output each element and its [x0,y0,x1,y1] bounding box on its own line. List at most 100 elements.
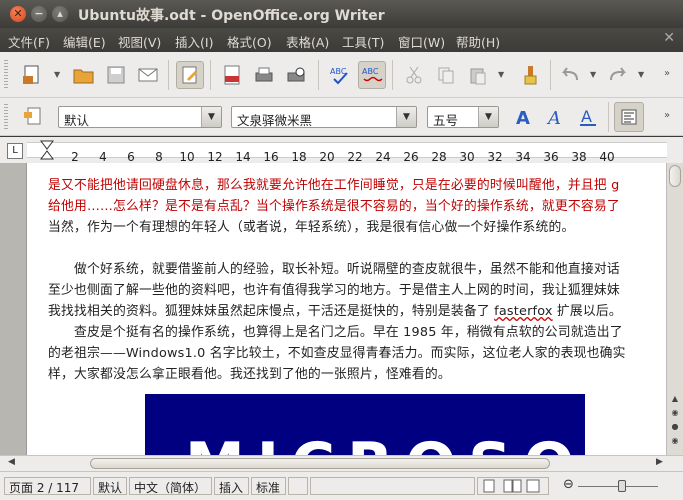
paragraph-style-combo[interactable]: 默认 ▼ [58,106,222,128]
svg-text:ABC: ABC [362,67,379,76]
align-left-icon[interactable] [614,102,644,132]
toolbar-separator [392,60,393,90]
toolbar-overflow-icon[interactable]: » [664,110,670,121]
chevron-down-icon[interactable]: ▼ [396,107,416,127]
paste-dropdown-icon[interactable]: ▼ [498,70,504,79]
edit-file-icon[interactable] [176,61,204,89]
bold-icon[interactable]: A [510,103,538,131]
horizontal-scroll-thumb[interactable] [90,458,550,469]
print-icon[interactable] [250,61,278,89]
menu-insert[interactable]: 插入(I) [175,32,213,51]
font-size-combo[interactable]: 五号 ▼ [427,106,499,128]
text-line[interactable]: 给他用……怎么样？是不是有点乱？当个操作系统是很不容易的，当个好的操作系统，就更… [48,195,620,214]
indent-marker-icon[interactable] [40,140,54,160]
svg-text:A: A [581,107,592,126]
ruler-mark: 34 [515,150,531,164]
text-line[interactable]: 查皮是个挺有名的操作系统，也算得上是名门之后。早在 1985 年，稍微有点软的公… [48,321,623,340]
close-document-icon[interactable]: ✕ [663,30,675,46]
cut-icon[interactable] [400,61,428,89]
text-line[interactable]: 当然，作为一个有理想的年轻人（或者说，年轻系统），我是很有信心做一个好操作系统的… [48,216,574,235]
paragraph-style-value: 默认 [64,113,90,128]
vertical-scrollbar[interactable]: ▲ ◉ ● ◉ [666,163,683,455]
toolbar-overflow-icon[interactable]: » [664,68,670,79]
ruler-mark: 18 [291,150,307,164]
ruler-mark: 20 [319,150,335,164]
print-preview-icon[interactable] [282,61,310,89]
horizontal-scrollbar[interactable]: ◀ ▶ [0,455,683,471]
ruler-mark: 16 [263,150,279,164]
redo-icon[interactable] [604,61,632,89]
autospellcheck-icon[interactable]: ABC [358,61,386,89]
italic-icon[interactable]: A [542,103,570,131]
navigator-icon[interactable]: ● [669,421,681,433]
text-line[interactable]: 是又不能把他请回硬盘休息，那么我就要允许他在工作间睡觉，只是在必要的时候叫醒他，… [48,174,619,193]
scroll-up-icon[interactable]: ▲ [669,393,681,405]
ruler-mark: 40 [599,150,615,164]
toolbar-grip[interactable] [4,60,8,90]
close-window-button[interactable]: ✕ [10,6,26,22]
toolbar-grip[interactable] [4,104,8,130]
font-name-combo[interactable]: 文泉驿微米黑 ▼ [231,106,417,128]
email-document-icon[interactable] [134,61,162,89]
font-size-value: 五号 [433,113,459,128]
menu-window[interactable]: 窗口(W) [398,32,445,51]
text-line[interactable]: 做个好系统，就要借鉴前人的经验，取长补短。听说隔壁的查皮就很牛，虽然不能和他直接… [48,258,620,277]
page-style-indicator[interactable]: 默认 [93,477,127,495]
scroll-left-icon[interactable]: ◀ [8,457,15,467]
toolbar-separator [608,102,609,132]
menu-format[interactable]: 格式(O) [227,32,272,51]
menu-edit[interactable]: 编辑(E) [63,32,106,51]
paste-icon[interactable] [464,61,492,89]
text-line[interactable]: 我找找相关的资料。狐狸妹妹虽然起床慢点，干活还是挺快的，特别是装备了 faste… [48,300,622,319]
redo-dropdown-icon[interactable]: ▼ [638,70,644,79]
embedded-image[interactable]: MICROSOFT [145,394,585,455]
next-page-icon[interactable]: ◉ [669,435,681,447]
text-line[interactable]: 至少也侧面了解一些他的资料吧，也许有值得我学习的地方。于是借主人上网的时间，我让… [48,279,620,298]
styles-formatting-icon[interactable] [18,103,46,131]
misspelled-word[interactable]: fasterfox [494,304,552,319]
toolbar-separator [210,60,211,90]
new-document-icon[interactable] [18,61,46,89]
toolbar-separator [168,60,169,90]
export-pdf-icon[interactable] [218,61,246,89]
selection-mode-indicator[interactable]: 标准 [251,477,286,495]
underline-icon[interactable]: A [574,103,602,131]
zoom-out-icon[interactable]: ⊖ [563,477,574,492]
menu-file[interactable]: 文件(F) [8,32,50,51]
menu-table[interactable]: 表格(A) [286,32,329,51]
new-dropdown-icon[interactable]: ▼ [54,70,60,79]
clone-formatting-icon[interactable] [516,61,544,89]
maximize-window-button[interactable]: ▴ [52,6,68,22]
ruler-mark: 4 [99,150,107,164]
previous-page-icon[interactable]: ◉ [669,407,681,419]
view-layout-buttons[interactable] [477,477,549,495]
minimize-window-button[interactable]: − [31,6,47,22]
scroll-right-icon[interactable]: ▶ [656,457,663,467]
title-bar: ✕ − ▴ Ubuntu故事.odt - OpenOffice.org Writ… [0,0,683,28]
insert-mode-indicator[interactable]: 插入 [214,477,249,495]
copy-icon[interactable] [432,61,460,89]
undo-icon[interactable] [556,61,584,89]
zoom-slider-knob[interactable] [618,480,626,492]
text-segment: 我找找相关的资料。狐狸妹妹虽然起床慢点，干活还是挺快的，特别是装备了 [48,304,495,319]
chevron-down-icon[interactable]: ▼ [478,107,498,127]
chevron-down-icon[interactable]: ▼ [201,107,221,127]
ruler-mark: 2 [71,150,79,164]
open-folder-icon[interactable] [70,61,98,89]
text-line[interactable]: 的老祖宗——Windows1.0 名字比较土，不如查皮显得青春活力。而实际，这位… [48,342,626,361]
spellcheck-icon[interactable]: ABC [326,61,354,89]
ruler-strip[interactable]: 2 4 6 8 10 12 14 16 18 20 22 24 26 28 30… [27,140,667,164]
undo-dropdown-icon[interactable]: ▼ [590,70,596,79]
text-segment: 扩展以后。 [552,304,622,319]
language-indicator[interactable]: 中文（简体） [129,477,212,495]
save-icon[interactable] [102,61,130,89]
vertical-scroll-thumb[interactable] [669,165,681,187]
font-name-value: 文泉驿微米黑 [237,113,313,128]
page-indicator[interactable]: 页面 2 / 117 [4,477,91,495]
text-line[interactable]: 样，大家都没怎么拿正眼看他。我还找到了他的一张照片，怪难看的。 [48,363,451,382]
tab-stop-selector-icon[interactable]: L [7,143,23,159]
menu-help[interactable]: 帮助(H) [456,32,500,51]
menu-bar: 文件(F) 编辑(E) 视图(V) 插入(I) 格式(O) 表格(A) 工具(T… [0,28,683,52]
menu-tools[interactable]: 工具(T) [342,32,384,51]
menu-view[interactable]: 视图(V) [118,32,161,51]
